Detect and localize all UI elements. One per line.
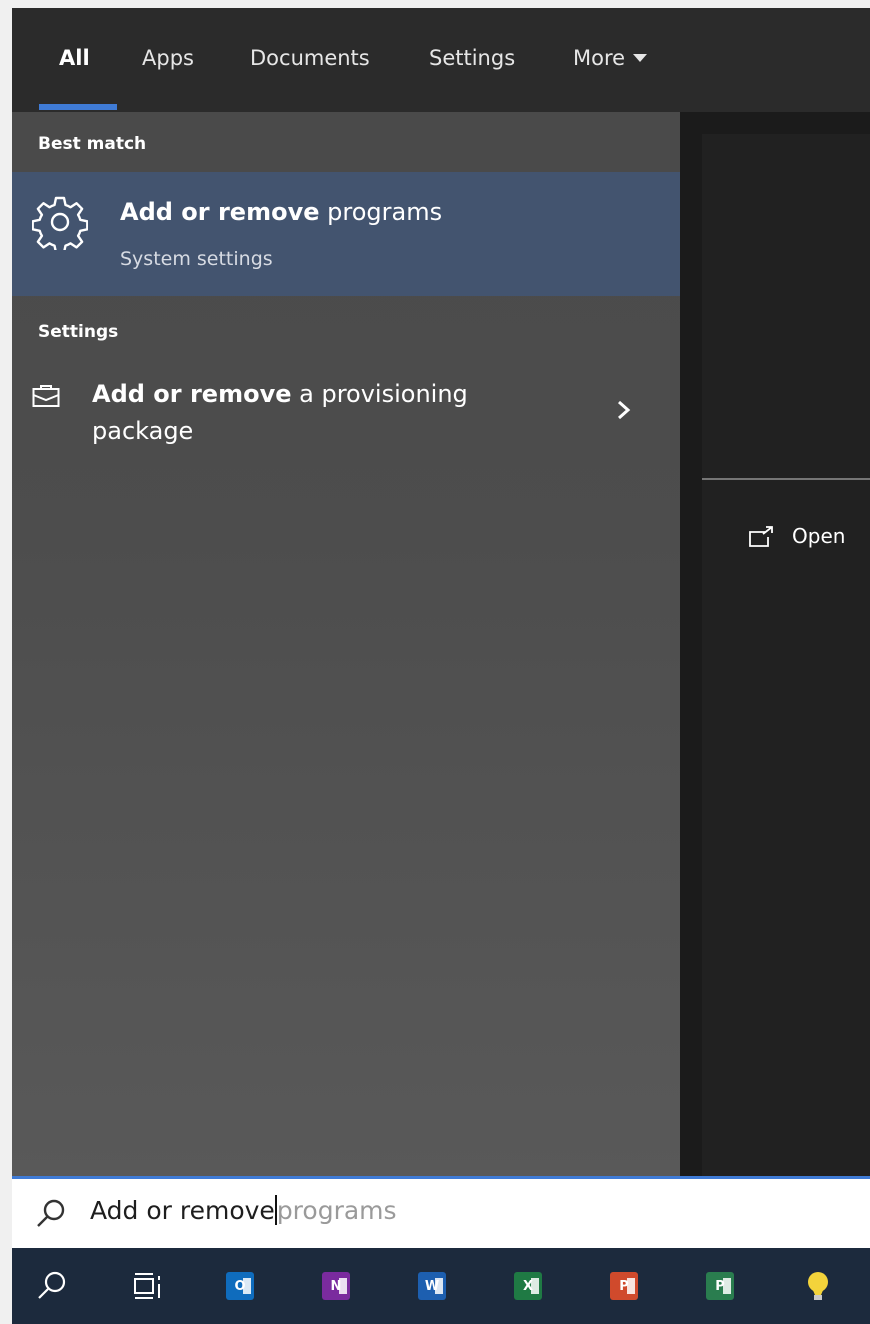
taskbar-app-tips[interactable] bbox=[800, 1268, 836, 1304]
best-match-title-rest: programs bbox=[319, 198, 443, 226]
package-icon bbox=[32, 385, 60, 407]
tab-more[interactable]: More bbox=[573, 46, 648, 70]
taskbar-app-project[interactable]: P bbox=[702, 1268, 738, 1304]
settings-result-title-bold: Add or remove bbox=[92, 380, 292, 408]
onenote-icon: N bbox=[322, 1272, 350, 1300]
tab-all[interactable]: All bbox=[59, 46, 90, 70]
outlook-icon: O bbox=[226, 1272, 254, 1300]
taskbar-app-powerpoint[interactable]: P bbox=[606, 1268, 642, 1304]
active-tab-indicator bbox=[39, 104, 117, 110]
search-filter-tabs: All Apps Documents Settings More bbox=[12, 8, 870, 112]
word-icon: W bbox=[418, 1272, 446, 1300]
task-view-icon bbox=[134, 1273, 160, 1299]
settings-result-title: Add or remove a provisioning package bbox=[92, 376, 562, 450]
open-icon bbox=[749, 526, 773, 547]
best-match-heading: Best match bbox=[38, 134, 147, 154]
preview-panel: Open bbox=[680, 112, 870, 1176]
search-typed-text: Add or remove bbox=[90, 1196, 275, 1225]
taskbar: O N W X P P bbox=[12, 1248, 870, 1324]
preview-divider bbox=[702, 478, 870, 480]
start-search-window: All Apps Documents Settings More Best ma… bbox=[12, 8, 870, 1324]
preview-header bbox=[702, 134, 870, 1176]
best-match-title-bold: Add or remove bbox=[120, 198, 320, 226]
search-input[interactable]: Add or removeprograms bbox=[90, 1195, 397, 1225]
task-view-button[interactable] bbox=[130, 1268, 166, 1304]
taskbar-search-button[interactable] bbox=[34, 1268, 70, 1304]
chevron-right-icon[interactable] bbox=[616, 398, 632, 422]
tab-settings[interactable]: Settings bbox=[429, 46, 515, 70]
open-action-label[interactable]: Open bbox=[792, 524, 845, 548]
settings-result-provisioning-package[interactable]: Add or remove a provisioning package bbox=[12, 362, 680, 482]
search-box[interactable]: Add or removeprograms bbox=[12, 1176, 870, 1248]
lightbulb-icon bbox=[808, 1272, 828, 1300]
search-icon bbox=[37, 1199, 65, 1227]
best-match-result[interactable]: Add or remove programs System settings bbox=[12, 172, 680, 296]
tab-documents[interactable]: Documents bbox=[250, 46, 370, 70]
results-panel: Best match Add or remove programs System… bbox=[12, 112, 680, 1176]
powerpoint-icon: P bbox=[610, 1272, 638, 1300]
tab-apps[interactable]: Apps bbox=[142, 46, 194, 70]
excel-icon: X bbox=[514, 1272, 542, 1300]
taskbar-app-word[interactable]: W bbox=[414, 1268, 450, 1304]
search-icon bbox=[38, 1271, 66, 1299]
best-match-subtitle: System settings bbox=[120, 248, 273, 270]
taskbar-app-outlook[interactable]: O bbox=[222, 1268, 258, 1304]
search-suggestion-text: programs bbox=[276, 1196, 397, 1225]
tab-more-label: More bbox=[573, 46, 626, 70]
project-icon: P bbox=[706, 1272, 734, 1300]
caret-down-icon bbox=[633, 54, 648, 62]
settings-heading: Settings bbox=[38, 322, 119, 342]
best-match-title: Add or remove programs bbox=[120, 198, 442, 226]
taskbar-app-excel[interactable]: X bbox=[510, 1268, 546, 1304]
taskbar-app-onenote[interactable]: N bbox=[318, 1268, 354, 1304]
gear-icon bbox=[32, 196, 88, 250]
